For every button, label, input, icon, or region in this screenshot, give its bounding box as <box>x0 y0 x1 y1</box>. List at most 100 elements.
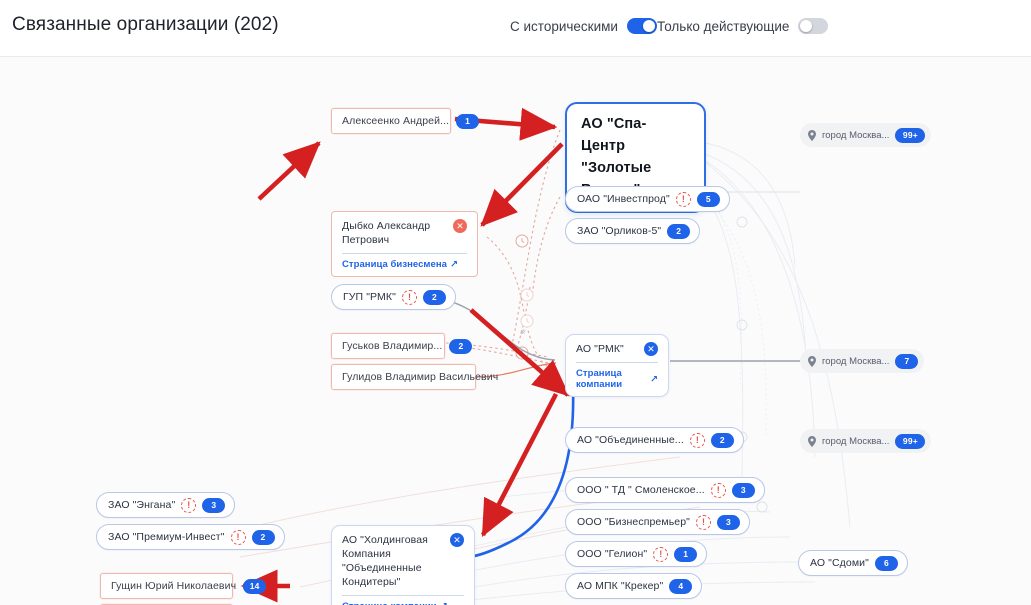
node-guskov[interactable]: Гуськов Владимир... 2 <box>331 333 473 359</box>
warning-icon: ! <box>675 191 691 207</box>
warning-icon: ! <box>695 514 711 530</box>
node-location-moscow-2-label: город Москва... <box>822 355 890 367</box>
node-mpk-kreker-label: АО МПК "Крекер" <box>577 580 664 592</box>
node-mpk-kreker[interactable]: АО МПК "Крекер" 4 <box>565 573 703 599</box>
node-location-moscow-2-badge: 7 <box>895 353 919 369</box>
external-link-icon: ↗ <box>649 373 658 385</box>
divider <box>576 362 658 363</box>
node-investprod-badge: 5 <box>696 191 720 207</box>
node-gelion[interactable]: ООО "Гелион" ! 1 <box>565 541 708 567</box>
warning-icon: ! <box>689 432 705 448</box>
node-orlikov-label: ЗАО "Орликов-5" <box>577 225 662 237</box>
node-holding-link[interactable]: Страница компании ↗ <box>342 601 464 605</box>
node-holding-line-3: Кондитеры" <box>342 576 401 588</box>
node-orlikov[interactable]: ЗАО "Орликов-5" 2 <box>565 218 701 244</box>
node-gelion-label: ООО "Гелион" <box>577 548 648 560</box>
node-gulidov-label: Гулидов Владимир Васильевич <box>342 371 499 383</box>
page-header: Связанные организации (202) С историческ… <box>0 0 1031 57</box>
location-pin-icon <box>808 435 816 447</box>
close-icon[interactable]: ✕ <box>453 219 467 233</box>
external-link-icon: ↗ <box>449 259 458 270</box>
node-gulidov[interactable]: Гулидов Владимир Васильевич <box>331 364 498 390</box>
node-premium-invest[interactable]: ЗАО "Премиум-Инвест" ! 2 <box>96 524 285 550</box>
node-location-moscow-3[interactable]: город Москва... 99+ <box>800 429 932 453</box>
node-investprod-label: ОАО "Инвестпрод" <box>577 193 670 205</box>
external-link-icon: ↗ <box>440 601 448 605</box>
warning-icon: ! <box>230 529 246 545</box>
node-orlikov-badge: 2 <box>667 223 691 239</box>
node-gushchin-label: Гущин Юрий Николаевич <box>111 580 237 592</box>
toggle-active-only[interactable]: Только действующие <box>657 18 829 34</box>
location-pin-icon <box>808 355 816 367</box>
edge-history-markers <box>515 234 534 360</box>
node-location-moscow-1-label: город Москва... <box>822 129 890 141</box>
node-dybko-link[interactable]: Страница бизнесмена ↗ <box>342 259 467 270</box>
node-gup-rmk[interactable]: ГУП "РМК" ! 2 <box>331 284 456 310</box>
node-location-moscow-2[interactable]: город Москва... 7 <box>800 349 925 373</box>
node-gushchin[interactable]: Гущин Юрий Николаевич 14 <box>100 573 267 599</box>
node-premium-invest-label: ЗАО "Премиум-Инвест" <box>108 531 225 543</box>
node-main-line-1: АО "Спа-Центр <box>581 116 647 154</box>
warning-icon: ! <box>181 497 197 513</box>
toggle-historical-switch[interactable] <box>626 18 657 34</box>
divider <box>342 253 467 254</box>
node-guskov-label: Гуськов Владимир... <box>342 340 443 352</box>
node-location-moscow-3-label: город Москва... <box>822 435 890 447</box>
node-dybko[interactable]: Дыбко Александр Петрович ✕ Страница бизн… <box>331 211 478 277</box>
node-location-moscow-3-badge: 99+ <box>895 433 926 449</box>
graph-canvas[interactable]: % АО "Спа-Центр "Золотые Ворота" Алексее… <box>0 57 1031 605</box>
node-alekseenko-badge: 1 <box>456 113 480 129</box>
node-investprod[interactable]: ОАО "Инвестпрод" ! 5 <box>565 186 730 212</box>
location-pin-icon <box>808 129 816 141</box>
node-ao-rmk-link[interactable]: Страница компании ↗ <box>576 368 658 390</box>
close-icon[interactable]: ✕ <box>450 533 464 547</box>
node-holding-line-1: АО "Холдинговая Компания <box>342 534 428 560</box>
node-engana-badge: 3 <box>202 497 226 513</box>
node-ao-rmk-label: АО "РМК" <box>576 343 624 355</box>
node-sdomi-badge: 6 <box>874 555 898 571</box>
node-premium-invest-badge: 2 <box>251 529 275 545</box>
node-guskov-badge: 2 <box>449 338 473 354</box>
node-td-smolenskoe-label: ООО " ТД " Смоленское... <box>577 484 705 496</box>
divider <box>342 595 464 596</box>
warning-icon: ! <box>710 482 726 498</box>
node-ao-rmk[interactable]: АО "РМК" ✕ Страница компании ↗ <box>565 334 669 397</box>
node-sdomi[interactable]: АО "Сдоми" 6 <box>798 550 908 576</box>
toggle-active-only-label: Только действующие <box>657 18 790 34</box>
warning-icon: ! <box>401 289 417 305</box>
svg-text:%: % <box>520 328 528 336</box>
toggle-active-only-switch[interactable] <box>798 18 829 34</box>
node-ao-rmk-link-label: Страница компании <box>576 368 623 390</box>
node-holding-line-2: "Объединенные <box>342 562 422 574</box>
node-alekseenko-label: Алексеенко Андрей... <box>342 115 450 127</box>
node-location-moscow-1[interactable]: город Москва... 99+ <box>800 123 932 147</box>
node-dybko-link-label: Страница бизнесмена <box>342 259 447 270</box>
node-engana-label: ЗАО "Энгана" <box>108 499 176 511</box>
page-title: Связанные организации (202) <box>12 14 279 35</box>
graph-page: Связанные организации (202) С историческ… <box>0 0 1031 605</box>
node-biznespremier[interactable]: ООО "Бизнеспремьер" ! 3 <box>565 509 750 535</box>
node-obedinennye-label: АО "Объединенные... <box>577 434 684 446</box>
node-holding[interactable]: АО "Холдинговая Компания "Объединенные К… <box>331 525 475 605</box>
toggle-historical-label: С историческими <box>510 18 618 34</box>
node-mpk-kreker-badge: 4 <box>669 578 693 594</box>
node-gelion-badge: 1 <box>674 546 698 562</box>
node-biznespremier-label: ООО "Бизнеспремьер" <box>577 516 690 528</box>
node-gup-rmk-badge: 2 <box>422 289 446 305</box>
node-holding-link-label: Страница компании <box>342 601 437 605</box>
node-biznespremier-badge: 3 <box>716 514 740 530</box>
node-gup-rmk-label: ГУП "РМК" <box>343 291 396 303</box>
node-engana[interactable]: ЗАО "Энгана" ! 3 <box>96 492 236 518</box>
node-td-smolenskoe[interactable]: ООО " ТД " Смоленское... ! 3 <box>565 477 765 503</box>
node-main-line-2: "Золотые <box>581 160 652 176</box>
toggle-historical[interactable]: С историческими <box>510 18 657 34</box>
node-holding-label: АО "Холдинговая Компания "Объединенные К… <box>342 533 444 589</box>
node-obedinennye[interactable]: АО "Объединенные... ! 2 <box>565 427 744 453</box>
node-alekseenko[interactable]: Алексеенко Андрей... 1 <box>331 108 480 134</box>
warning-icon: ! <box>653 546 669 562</box>
node-gushchin-badge: 14 <box>243 578 267 594</box>
node-location-moscow-1-badge: 99+ <box>895 127 926 143</box>
node-dybko-label: Дыбко Александр Петрович <box>342 220 431 246</box>
close-icon[interactable]: ✕ <box>644 342 658 356</box>
node-sdomi-label: АО "Сдоми" <box>810 557 869 569</box>
